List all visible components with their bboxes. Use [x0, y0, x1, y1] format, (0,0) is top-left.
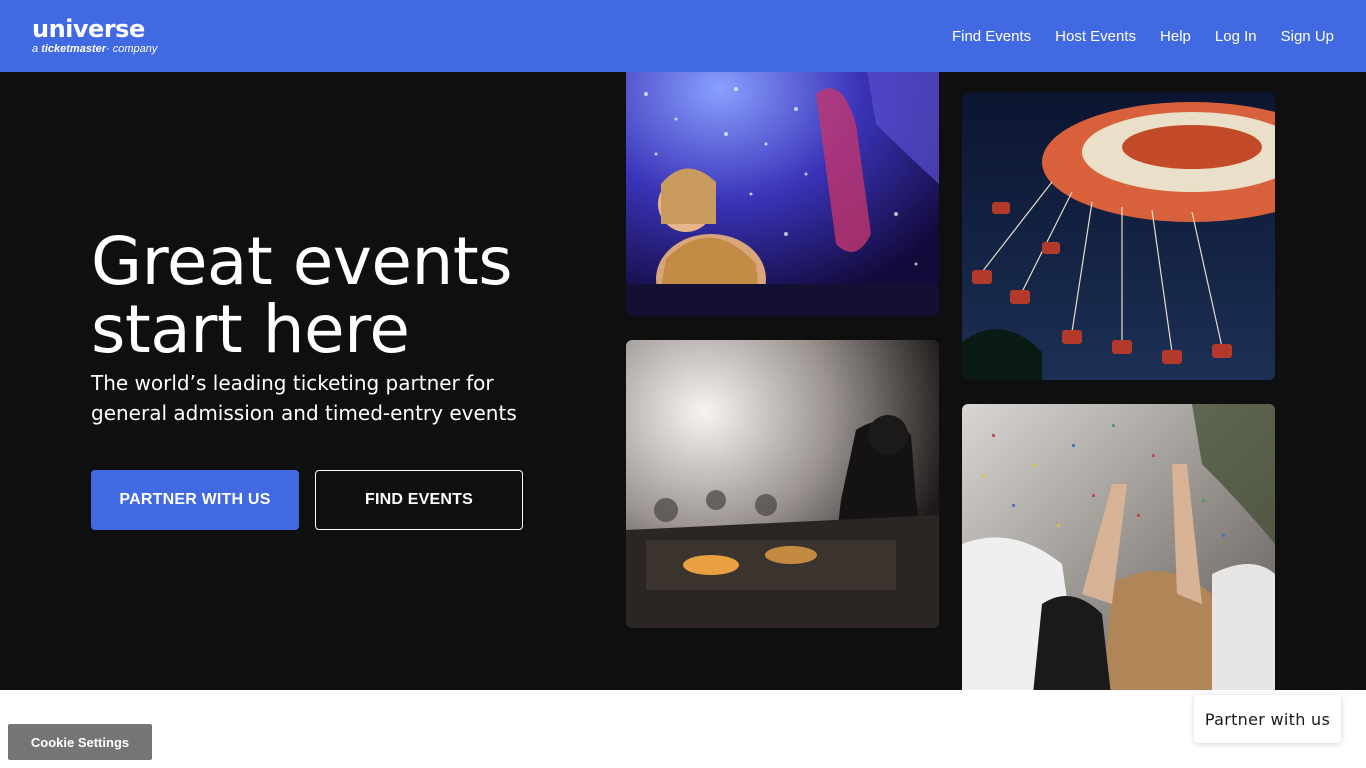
partner-with-us-button[interactable]: PARTNER WITH US [91, 470, 299, 530]
footer-strip [0, 690, 1366, 768]
logo-wordmark: universe [32, 15, 145, 43]
hero-subtitle: The world’s leading ticketing partner fo… [91, 371, 517, 425]
nav-help[interactable]: Help [1160, 28, 1191, 45]
site-header: universe a ticketmaster· company Find Ev… [0, 0, 1366, 72]
festival-bubbles-photo [626, 72, 939, 316]
partner-with-us-floating-button[interactable]: Partner with us [1194, 695, 1341, 743]
nav-log-in[interactable]: Log In [1215, 28, 1257, 45]
hero-section: Great events start here The world’s lead… [0, 72, 1366, 690]
main-nav: Find Events Host Events Help Log In Sign… [928, 28, 1334, 45]
confetti-crowd-photo [962, 404, 1275, 690]
swing-ride-photo [962, 92, 1275, 380]
cookie-settings-button[interactable]: Cookie Settings [8, 724, 152, 760]
logo-tagline: a ticketmaster· company [32, 43, 158, 55]
nav-host-events[interactable]: Host Events [1055, 28, 1136, 45]
nav-find-events[interactable]: Find Events [952, 28, 1031, 45]
hero-title: Great events start here [91, 223, 513, 368]
universe-logo[interactable]: universe a ticketmaster· company [32, 17, 157, 55]
nav-sign-up[interactable]: Sign Up [1281, 28, 1334, 45]
find-events-button[interactable]: FIND EVENTS [315, 470, 523, 530]
dj-stage-photo [626, 340, 939, 628]
